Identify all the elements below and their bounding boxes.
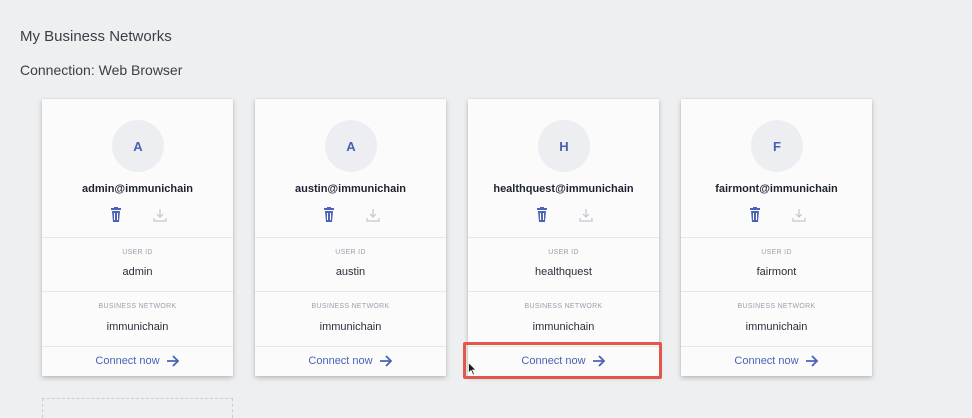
user-id-value: austin <box>335 266 366 278</box>
user-id-value: healthquest <box>535 266 592 278</box>
business-network-label: BUSINESS NETWORK <box>524 303 603 310</box>
avatar: H <box>538 120 590 172</box>
add-identity-card[interactable] <box>42 398 233 418</box>
business-network-label: BUSINESS NETWORK <box>98 303 177 310</box>
user-id-value: fairmont <box>756 266 797 278</box>
identity-card-fairmont: F fairmont@immunichain USER ID fairmont … <box>681 99 872 376</box>
identity-name: healthquest@immunichain <box>493 183 634 195</box>
connect-now-button[interactable]: Connect now <box>255 348 446 374</box>
trash-icon[interactable] <box>109 207 123 223</box>
connect-now-label: Connect now <box>95 355 160 367</box>
identity-name: austin@immunichain <box>295 183 406 195</box>
avatar: A <box>325 120 377 172</box>
business-network-value: immunichain <box>532 321 595 333</box>
trash-icon[interactable] <box>322 207 336 223</box>
user-id-label: USER ID <box>548 249 579 256</box>
user-id-label: USER ID <box>335 249 366 256</box>
user-id-value: admin <box>122 266 153 278</box>
avatar: A <box>112 120 164 172</box>
connection-title: Connection: Web Browser <box>20 62 183 78</box>
download-icon[interactable] <box>152 207 167 223</box>
identity-card-admin: A admin@immunichain USER ID admin BUSINE… <box>42 99 233 376</box>
business-network-value: immunichain <box>319 321 382 333</box>
trash-icon[interactable] <box>535 207 549 223</box>
user-id-label: USER ID <box>761 249 792 256</box>
business-network-label: BUSINESS NETWORK <box>737 303 816 310</box>
connect-now-button[interactable]: Connect now <box>681 348 872 374</box>
page-title: My Business Networks <box>20 28 172 45</box>
arrow-right-icon <box>379 355 392 367</box>
connect-now-label: Connect now <box>308 355 373 367</box>
business-network-label: BUSINESS NETWORK <box>311 303 390 310</box>
arrow-right-icon <box>166 355 179 367</box>
connect-now-button[interactable]: Connect now <box>42 348 233 374</box>
download-icon[interactable] <box>578 207 593 223</box>
connect-now-label: Connect now <box>734 355 799 367</box>
user-id-label: USER ID <box>122 249 153 256</box>
mouse-cursor-icon <box>468 362 477 376</box>
identity-card-austin: A austin@immunichain USER ID austin BUSI… <box>255 99 446 376</box>
download-icon[interactable] <box>791 207 806 223</box>
business-network-value: immunichain <box>106 321 169 333</box>
download-icon[interactable] <box>365 207 380 223</box>
identity-card-healthquest: H healthquest@immunichain USER ID health… <box>468 99 659 376</box>
identity-name: admin@immunichain <box>82 183 193 195</box>
identity-name: fairmont@immunichain <box>715 183 838 195</box>
highlight-annotation <box>463 342 662 379</box>
avatar: F <box>751 120 803 172</box>
trash-icon[interactable] <box>748 207 762 223</box>
business-network-value: immunichain <box>745 321 808 333</box>
arrow-right-icon <box>805 355 818 367</box>
